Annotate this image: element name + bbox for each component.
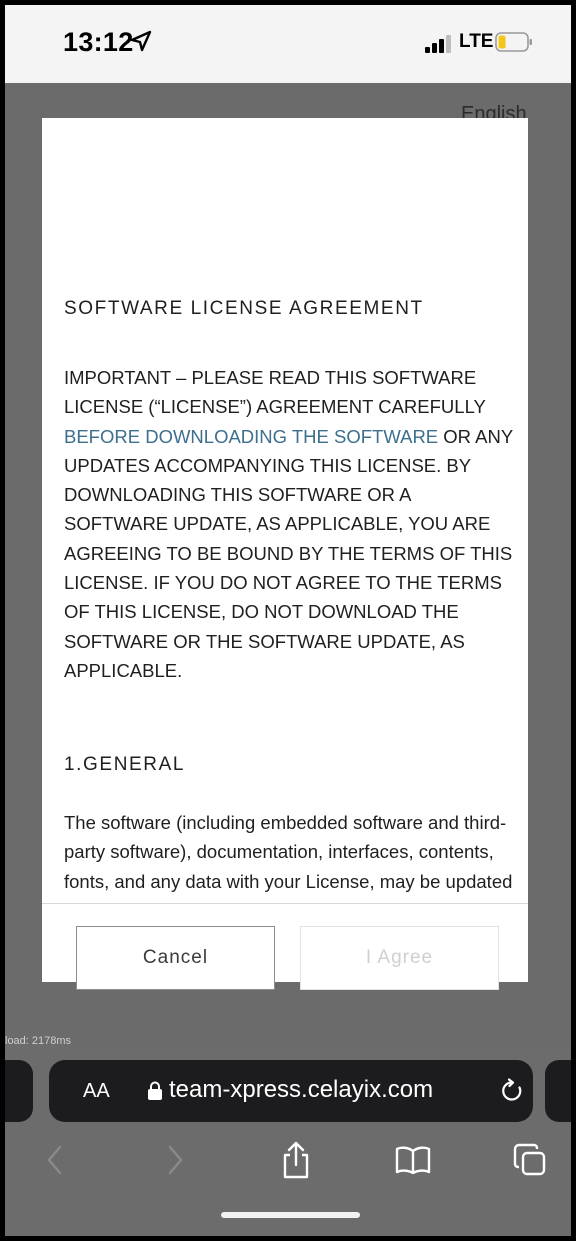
cellular-signal-icon	[425, 35, 451, 53]
tabs-button[interactable]	[510, 1140, 550, 1180]
tabs-icon	[513, 1143, 546, 1176]
previous-tab-preview[interactable]	[5, 1060, 33, 1122]
status-time: 13:12	[63, 27, 134, 57]
important-link[interactable]: BEFORE DOWNLOADING THE SOFTWARE	[64, 426, 438, 447]
browser-chrome: AA team-xpress.celayix.com	[5, 1045, 571, 1236]
important-notice: IMPORTANT – PLEASE READ THIS SOFTWARE LI…	[64, 363, 514, 685]
important-text-start: IMPORTANT – PLEASE READ THIS SOFTWARE LI…	[64, 367, 486, 418]
phone-screen: 13:12 LTE ⁄⁄ English load: 2178ms SOFTWA…	[5, 5, 571, 1236]
section-heading: 1.GENERAL	[64, 754, 186, 775]
share-button[interactable]	[276, 1140, 316, 1180]
address-bar[interactable]: AA team-xpress.celayix.com	[49, 1060, 533, 1122]
network-type: LTE	[459, 31, 494, 52]
next-tab-preview[interactable]	[545, 1060, 571, 1122]
modal-title: SOFTWARE LICENSE AGREEMENT	[64, 298, 424, 319]
chevron-right-icon	[168, 1145, 183, 1175]
bookmarks-button[interactable]	[393, 1140, 433, 1180]
browser-toolbar	[5, 1140, 571, 1200]
reload-icon[interactable]	[499, 1078, 525, 1104]
lock-icon	[148, 1081, 162, 1100]
share-icon	[283, 1141, 309, 1179]
back-button[interactable]	[35, 1140, 75, 1180]
status-bar: 13:12 LTE	[5, 5, 571, 83]
home-indicator[interactable]	[221, 1212, 360, 1218]
agree-button[interactable]: I Agree	[300, 926, 499, 990]
chevron-left-icon	[47, 1145, 62, 1175]
reader-settings-button[interactable]: AA	[83, 1080, 110, 1103]
url-text: team-xpress.celayix.com	[169, 1076, 434, 1103]
book-icon	[395, 1146, 431, 1175]
cancel-button[interactable]: Cancel	[76, 926, 275, 990]
location-arrow-icon	[130, 30, 152, 52]
battery-icon	[495, 32, 532, 52]
license-agreement-modal: SOFTWARE LICENSE AGREEMENT IMPORTANT – P…	[42, 118, 528, 982]
important-text-end: OR ANY UPDATES ACCOMPANYING THIS LICENSE…	[64, 425, 513, 681]
forward-button[interactable]	[155, 1140, 195, 1180]
